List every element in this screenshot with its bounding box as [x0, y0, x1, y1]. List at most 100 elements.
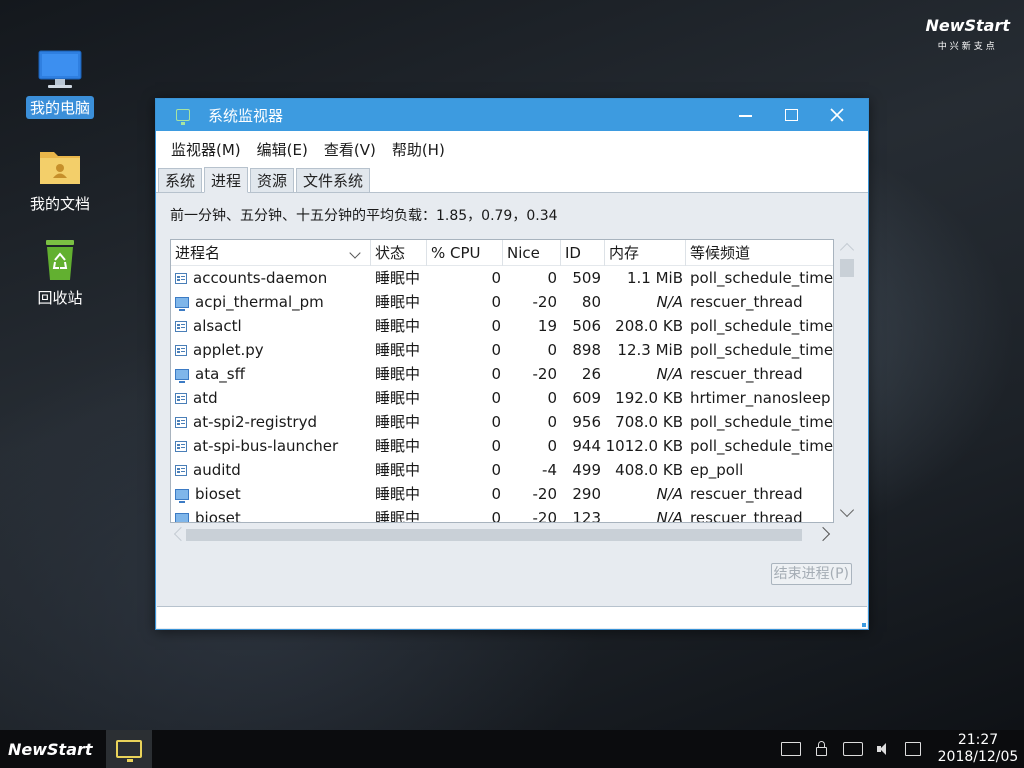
desktop-icon-my-documents[interactable]: 我的文档: [20, 144, 100, 215]
column-header-memory[interactable]: 内存: [605, 240, 686, 266]
process-cpu: 0: [491, 317, 501, 335]
menu-bar: 监视器(M) 编辑(E) 查看(V) 帮助(H): [156, 131, 868, 167]
process-memory: 708.0 KB: [615, 413, 683, 431]
process-state: 睡眠中: [375, 365, 421, 383]
process-wait-channel: ep_poll: [690, 461, 744, 479]
clock-time: 21:27: [957, 732, 999, 748]
process-memory: 1012.0 KB: [605, 437, 683, 455]
menu-view[interactable]: 查看(V): [317, 139, 383, 160]
process-name: acpi_thermal_pm: [195, 293, 324, 311]
process-memory: 208.0 KB: [615, 317, 683, 335]
process-state: 睡眠中: [375, 413, 421, 431]
tab-system[interactable]: 系统: [158, 168, 203, 192]
column-header-wait-channel[interactable]: 等候频道: [686, 240, 833, 266]
process-wait-channel: rescuer_thread: [690, 293, 803, 311]
maximize-icon: [784, 109, 798, 121]
process-memory: 1.1 MiB: [626, 269, 683, 287]
column-header-name[interactable]: 进程名: [171, 240, 371, 266]
desktop-icon-my-computer[interactable]: 我的电脑: [20, 48, 100, 119]
process-row[interactable]: at-spi2-registryd 睡眠中 0 0 956 708.0 KB poll_sc…: [171, 410, 833, 434]
horizontal-scrollbar[interactable]: [170, 525, 834, 543]
column-header-state[interactable]: 状态: [371, 240, 427, 266]
scroll-up-icon[interactable]: [839, 242, 855, 258]
process-id: 123: [572, 509, 601, 523]
minimize-button[interactable]: [722, 99, 768, 131]
process-row[interactable]: ata_sff 睡眠中 0 -20 26 N/A rescuer_thread: [171, 362, 833, 386]
process-id: 80: [581, 293, 601, 311]
process-nice: 0: [547, 341, 557, 359]
processes-panel: 前一分钟、五分钟、十五分钟的平均负载：1.85，0.79，0.34 进程名 状态…: [156, 193, 868, 599]
menu-help[interactable]: 帮助(H): [385, 139, 452, 160]
column-header-nice[interactable]: Nice: [503, 240, 561, 266]
column-header-label: 进程名: [175, 244, 221, 262]
tab-filesystems[interactable]: 文件系统: [296, 168, 371, 192]
process-wait-channel: rescuer_thread: [690, 509, 803, 523]
taskbar-system-monitor[interactable]: [106, 730, 152, 768]
process-id: 26: [581, 365, 601, 383]
process-wait-channel: hrtimer_nanosleep: [690, 389, 831, 407]
process-cpu: 0: [491, 389, 501, 407]
desktop-icon-trash[interactable]: 回收站: [20, 238, 100, 309]
process-cpu: 0: [491, 485, 501, 503]
scroll-down-icon[interactable]: [839, 502, 855, 518]
keyboard-icon[interactable]: [781, 742, 801, 756]
process-id: 506: [572, 317, 601, 335]
process-state: 睡眠中: [375, 269, 421, 287]
process-wait-channel: poll_schedule_time: [690, 317, 834, 335]
process-memory: N/A: [656, 365, 683, 383]
process-icon: [175, 273, 187, 284]
load-average-text: 前一分钟、五分钟、十五分钟的平均负载：1.85，0.79，0.34: [170, 208, 558, 224]
volume-icon[interactable]: [877, 742, 889, 756]
process-row[interactable]: acpi_thermal_pm 睡眠中 0 -20 80 N/A rescuer_threa…: [171, 290, 833, 314]
tab-processes[interactable]: 进程: [204, 167, 249, 193]
column-header-cpu[interactable]: % CPU: [427, 240, 503, 266]
process-list[interactable]: 进程名 状态 % CPU Nice ID 内存 等候频道 accounts-da…: [170, 239, 834, 523]
end-process-button[interactable]: 结束进程(P): [770, 563, 852, 585]
vertical-scrollbar[interactable]: [839, 239, 855, 523]
process-row[interactable]: accounts-daemon 睡眠中 0 0 509 1.1 MiB poll_sched…: [171, 266, 833, 290]
resize-grip[interactable]: [862, 623, 866, 627]
process-row[interactable]: alsactl 睡眠中 0 19 506 208.0 KB poll_schedule_ti…: [171, 314, 833, 338]
scroll-right-icon[interactable]: [815, 526, 831, 542]
process-row[interactable]: bioset 睡眠中 0 -20 123 N/A rescuer_thread: [171, 506, 833, 523]
process-row[interactable]: atd 睡眠中 0 0 609 192.0 KB hrtimer_nanosleep: [171, 386, 833, 410]
process-memory: 192.0 KB: [615, 389, 683, 407]
window-titlebar[interactable]: 系统监视器: [156, 99, 868, 131]
process-row[interactable]: auditd 睡眠中 0 -4 499 408.0 KB ep_poll: [171, 458, 833, 482]
process-state: 睡眠中: [375, 509, 421, 523]
process-row[interactable]: applet.py 睡眠中 0 0 898 12.3 MiB poll_schedule_t…: [171, 338, 833, 362]
lock-icon[interactable]: [816, 741, 827, 756]
status-bar: [157, 606, 867, 628]
column-header-id[interactable]: ID: [561, 240, 605, 266]
process-nice: -20: [532, 293, 558, 311]
menu-edit[interactable]: 编辑(E): [250, 139, 315, 160]
process-id: 509: [572, 269, 601, 287]
process-name-cell: bioset: [175, 482, 241, 506]
process-icon: [175, 345, 187, 356]
process-row[interactable]: bioset 睡眠中 0 -20 290 N/A rescuer_thread: [171, 482, 833, 506]
process-row[interactable]: at-spi-bus-launcher 睡眠中 0 0 944 1012.0 KB poll…: [171, 434, 833, 458]
process-memory: N/A: [656, 293, 683, 311]
input-method-icon[interactable]: [843, 742, 863, 756]
process-name: at-spi2-registryd: [193, 413, 317, 431]
process-wait-channel: poll_schedule_time: [690, 269, 834, 287]
process-state: 睡眠中: [375, 389, 421, 407]
process-name: accounts-daemon: [193, 269, 328, 287]
process-nice: -20: [532, 509, 558, 523]
brand-name: NewStart: [925, 16, 1010, 35]
tab-resources[interactable]: 资源: [250, 168, 295, 192]
kernel-thread-icon: [175, 489, 189, 503]
process-state: 睡眠中: [375, 317, 421, 335]
process-rows: accounts-daemon 睡眠中 0 0 509 1.1 MiB poll_sched…: [171, 266, 833, 523]
scrollbar-thumb[interactable]: [840, 259, 854, 277]
desktop-icon-label: 回收站: [37, 289, 83, 307]
horizontal-scrollbar-thumb[interactable]: [186, 529, 802, 541]
start-menu-button[interactable]: NewStart: [8, 740, 93, 759]
clock[interactable]: 21:27 2018/12/05: [934, 732, 1022, 766]
close-button[interactable]: [814, 99, 860, 131]
menu-monitor[interactable]: 监视器(M): [164, 139, 248, 160]
process-nice: -20: [532, 485, 558, 503]
network-icon[interactable]: [905, 742, 921, 756]
process-id: 609: [572, 389, 601, 407]
maximize-button[interactable]: [768, 99, 814, 131]
